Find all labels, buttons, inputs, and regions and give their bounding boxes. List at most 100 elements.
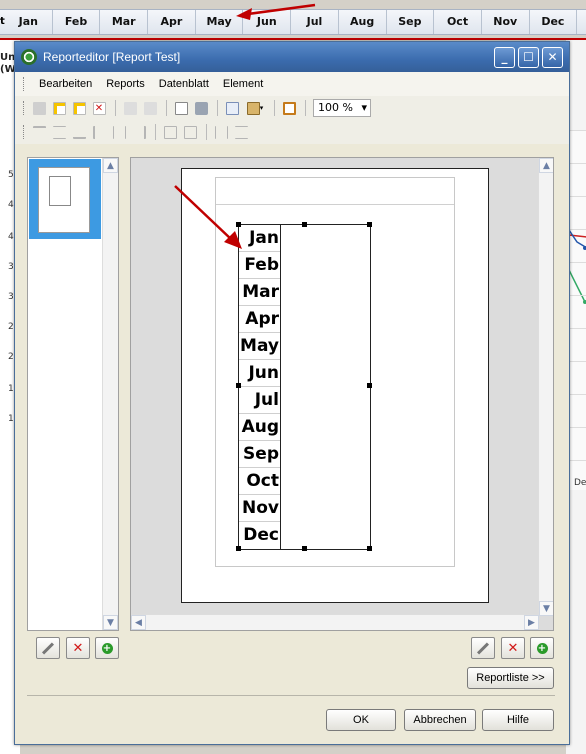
menu-reports[interactable]: Reports bbox=[99, 78, 152, 90]
zoom-value: 100 % bbox=[318, 101, 353, 114]
maximize-button[interactable]: ☐ bbox=[518, 46, 539, 68]
background-month-label: Apr bbox=[148, 10, 196, 34]
resize-handle[interactable] bbox=[302, 546, 307, 551]
resize-handle[interactable] bbox=[367, 546, 372, 551]
title-bar[interactable]: Reporteditor [Report Test] _ ☐ ✕ bbox=[15, 42, 569, 72]
scroll-down-arrow[interactable]: ▼ bbox=[539, 601, 553, 616]
align-top-icon[interactable] bbox=[30, 123, 48, 141]
background-chart-lines bbox=[568, 229, 586, 304]
toolbar-separator bbox=[217, 100, 218, 116]
distribute-vertical-icon[interactable] bbox=[232, 123, 250, 141]
page-header-band bbox=[216, 204, 454, 205]
background-axis-fragment: De bbox=[574, 478, 586, 488]
fit-page-icon[interactable] bbox=[280, 99, 298, 117]
distribute-horizontal-icon[interactable] bbox=[212, 123, 230, 141]
background-gridline bbox=[569, 163, 586, 164]
menu-bearbeiten[interactable]: Bearbeiten bbox=[32, 78, 99, 90]
new-report-icon[interactable] bbox=[50, 99, 68, 117]
wrench-button[interactable] bbox=[471, 637, 495, 659]
ok-button[interactable]: OK bbox=[326, 709, 396, 731]
open-icon[interactable] bbox=[30, 99, 48, 117]
toolbar-separator bbox=[155, 124, 156, 140]
hilfe-button[interactable]: Hilfe bbox=[482, 709, 554, 731]
chevron-down-icon: ▾ bbox=[361, 101, 367, 114]
copy-report-icon[interactable] bbox=[70, 99, 88, 117]
resize-handle[interactable] bbox=[367, 222, 372, 227]
thumbnail-scrollbar[interactable]: ▲ ▼ bbox=[102, 158, 118, 630]
menu-datenblatt[interactable]: Datenblatt bbox=[152, 78, 216, 90]
copy-icon[interactable] bbox=[223, 99, 241, 117]
background-month-label: Oct bbox=[434, 10, 482, 34]
background-gridline bbox=[569, 196, 586, 197]
background-y-tick: 4 bbox=[8, 200, 14, 210]
scroll-up-arrow[interactable]: ▲ bbox=[103, 158, 118, 173]
resize-handle[interactable] bbox=[236, 222, 241, 227]
month-cell: Nov bbox=[239, 495, 280, 522]
align-left-icon[interactable] bbox=[90, 123, 108, 141]
background-month-label: Jul bbox=[291, 10, 339, 34]
resize-handle[interactable] bbox=[236, 383, 241, 388]
background-red-line bbox=[0, 38, 586, 40]
background-y-tick: 1 bbox=[8, 414, 14, 424]
scroll-down-arrow[interactable]: ▼ bbox=[103, 615, 118, 630]
scroll-right-arrow[interactable]: ▶ bbox=[524, 615, 539, 630]
align-bottom-icon[interactable] bbox=[70, 123, 88, 141]
background-month-label: Dec bbox=[530, 10, 578, 34]
page-thumbnail-selected[interactable] bbox=[29, 159, 101, 239]
resize-handle[interactable] bbox=[367, 383, 372, 388]
paste-icon[interactable]: ▾ bbox=[243, 99, 267, 117]
main-toolbar: ✕ ▾ 100 % ▾ bbox=[15, 96, 569, 120]
canvas-vertical-scrollbar[interactable]: ▲ ▼ bbox=[538, 158, 553, 616]
align-middle-icon[interactable] bbox=[50, 123, 68, 141]
print-preview-icon[interactable] bbox=[172, 99, 190, 117]
background-month-header: t Jan Feb Mar Apr May Jun Jul Aug Sep Oct Nov Dec bbox=[0, 9, 586, 35]
month-cell: Feb bbox=[239, 252, 280, 279]
page-thumbnail bbox=[38, 167, 90, 233]
toolbar-separator bbox=[206, 124, 207, 140]
background-month-label: May bbox=[196, 10, 244, 34]
month-cell: May bbox=[239, 333, 280, 360]
minimize-button[interactable]: _ bbox=[494, 46, 515, 68]
toolbar-separator bbox=[115, 100, 116, 116]
scroll-up-arrow[interactable]: ▲ bbox=[539, 158, 553, 173]
move-up-icon[interactable] bbox=[121, 99, 139, 117]
close-button[interactable]: ✕ bbox=[542, 46, 563, 68]
toolbar-separator bbox=[166, 100, 167, 116]
background-y-tick: 2 bbox=[8, 322, 14, 332]
background-y-tick: 4 bbox=[8, 232, 14, 242]
background-gridline bbox=[569, 361, 586, 362]
add-button[interactable]: + bbox=[530, 637, 554, 659]
delete-button[interactable]: ✕ bbox=[501, 637, 525, 659]
resize-handle[interactable] bbox=[302, 222, 307, 227]
align-center-icon[interactable] bbox=[110, 123, 128, 141]
month-cell: Jul bbox=[239, 387, 280, 414]
background-y-tick: 5 bbox=[8, 170, 14, 180]
canvas-horizontal-scrollbar[interactable]: ◀ ▶ bbox=[131, 614, 539, 630]
month-cell: Mar bbox=[239, 279, 280, 306]
move-down-icon[interactable] bbox=[141, 99, 159, 117]
month-column[interactable]: Jan Feb Mar Apr May Jun Jul Aug Sep Oct … bbox=[239, 225, 281, 549]
menu-element[interactable]: Element bbox=[216, 78, 270, 90]
same-height-icon[interactable] bbox=[181, 123, 199, 141]
same-width-icon[interactable] bbox=[161, 123, 179, 141]
align-right-icon[interactable] bbox=[130, 123, 148, 141]
background-y-tick: 2 bbox=[8, 352, 14, 362]
resize-handle[interactable] bbox=[236, 546, 241, 551]
background-gridline bbox=[569, 328, 586, 329]
background-gridline bbox=[569, 295, 586, 296]
print-icon[interactable] bbox=[192, 99, 210, 117]
window-title: Reporteditor [Report Test] bbox=[43, 50, 181, 64]
report-page: Jan Feb Mar Apr May Jun Jul Aug Sep Oct … bbox=[181, 168, 489, 603]
wrench-button[interactable] bbox=[36, 637, 60, 659]
abbrechen-button[interactable]: Abbrechen bbox=[404, 709, 476, 731]
background-y-tick: 1 bbox=[8, 384, 14, 394]
zoom-select[interactable]: 100 % ▾ bbox=[313, 99, 371, 117]
delete-report-icon[interactable]: ✕ bbox=[90, 99, 108, 117]
reportliste-button[interactable]: Reportliste >> bbox=[467, 667, 554, 689]
delete-button[interactable]: ✕ bbox=[66, 637, 90, 659]
month-cell: Jan bbox=[239, 225, 280, 252]
add-button[interactable]: + bbox=[95, 637, 119, 659]
report-editor-window: Reporteditor [Report Test] _ ☐ ✕ Bearbei… bbox=[14, 41, 570, 745]
scroll-left-arrow[interactable]: ◀ bbox=[131, 615, 146, 630]
selected-report-element[interactable]: Jan Feb Mar Apr May Jun Jul Aug Sep Oct … bbox=[236, 222, 372, 551]
